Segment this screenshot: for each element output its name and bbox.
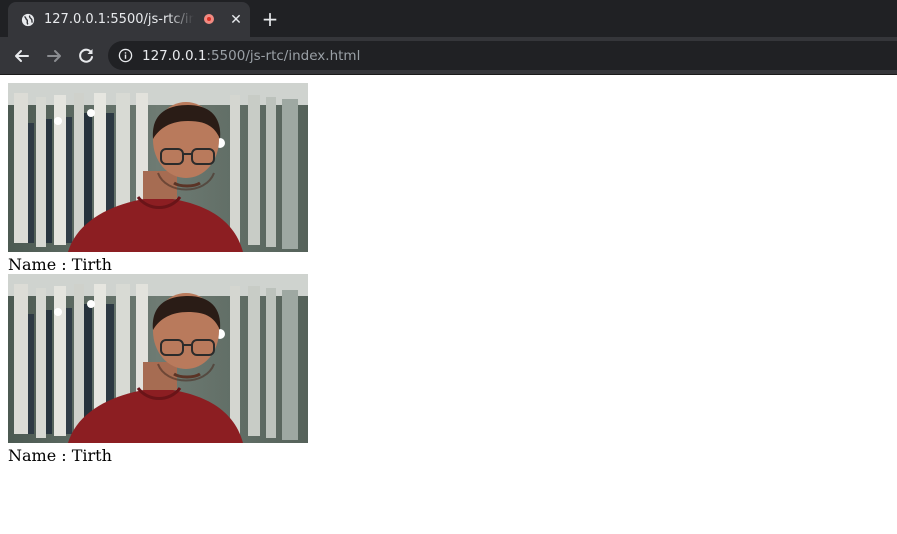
address-bar[interactable]: 127.0.0.1:5500/js-rtc/index.html <box>108 41 897 70</box>
video-caption: Name : Tirth <box>8 446 112 465</box>
arrow-left-icon[interactable] <box>11 45 33 67</box>
info-icon[interactable] <box>118 48 133 63</box>
browser-tab[interactable]: 127.0.0.1:5500/js-rtc/index.html ✕ <box>8 2 250 37</box>
tab-title: 127.0.0.1:5500/js-rtc/index.html <box>44 11 194 29</box>
close-icon[interactable]: ✕ <box>228 12 244 28</box>
webcam-video-frame <box>8 83 308 252</box>
url-path: :5500/js-rtc/index.html <box>206 48 361 64</box>
plus-icon[interactable]: + <box>260 9 280 29</box>
reload-icon[interactable] <box>75 45 97 67</box>
video-caption: Name : Tirth <box>8 255 112 274</box>
page-content: Name : Tirth Name: Tirth <box>0 75 897 534</box>
url-text[interactable]: 127.0.0.1:5500/js-rtc/index.html <box>142 47 360 65</box>
recording-dot-icon <box>204 14 214 24</box>
globe-icon <box>21 13 35 27</box>
webcam-video-frame <box>8 274 308 443</box>
video-feed <box>8 274 308 443</box>
browser-chrome: 127.0.0.1:5500/js-rtc/index.html ✕ + 127… <box>0 0 897 75</box>
arrow-right-icon[interactable] <box>43 45 65 67</box>
video-feed <box>8 83 308 252</box>
browser-toolbar: 127.0.0.1:5500/js-rtc/index.html <box>0 37 897 75</box>
url-host: 127.0.0.1 <box>142 48 207 64</box>
tab-strip: 127.0.0.1:5500/js-rtc/index.html ✕ + <box>0 0 897 37</box>
